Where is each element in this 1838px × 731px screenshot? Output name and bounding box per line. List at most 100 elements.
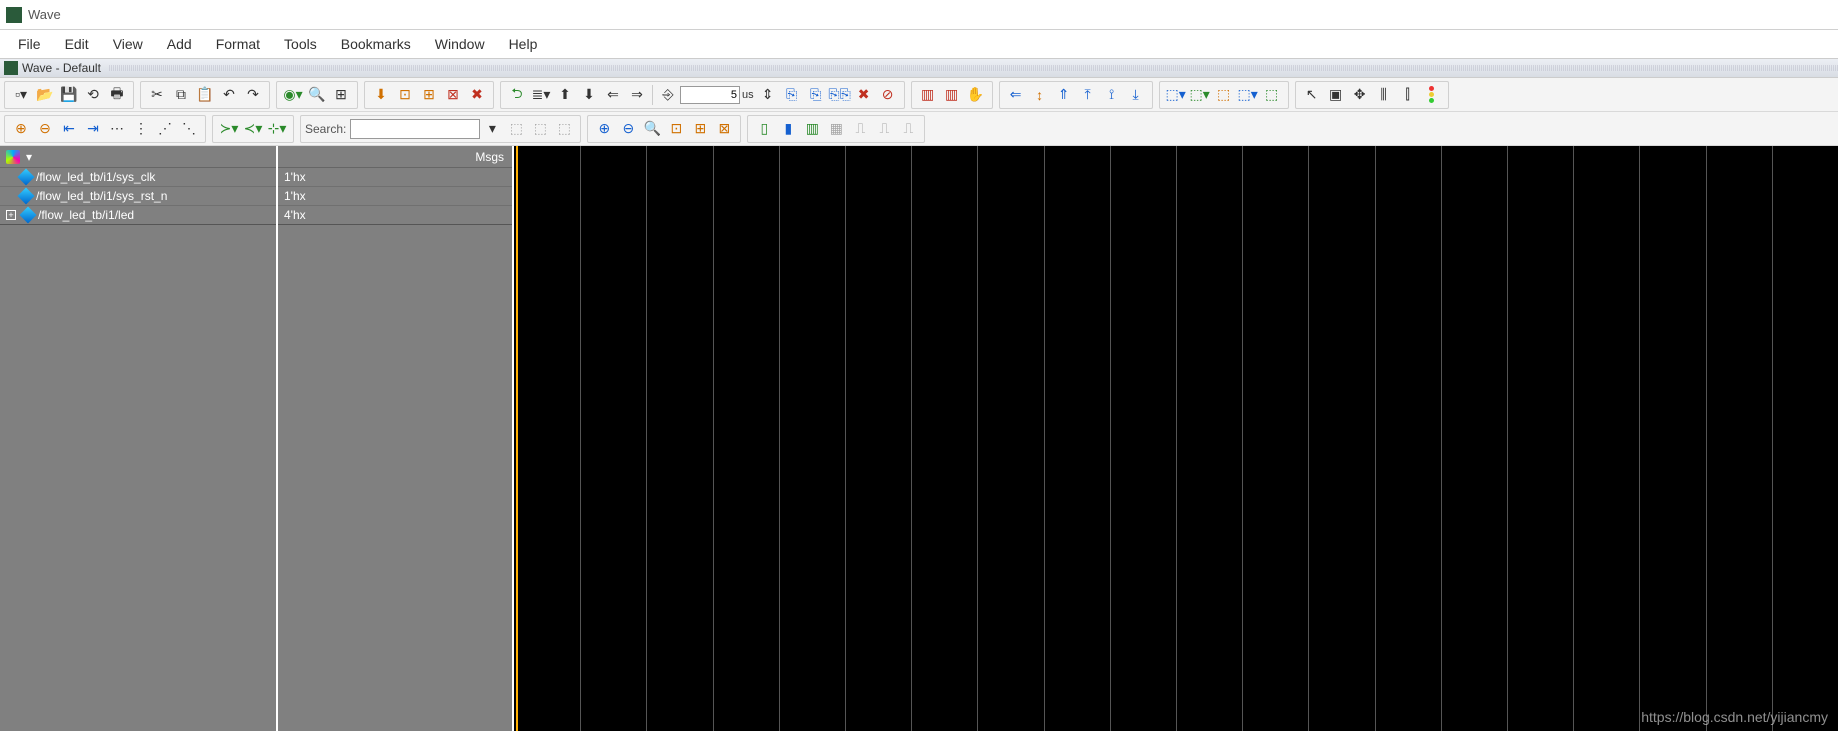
wave-disp-4[interactable]: ▦	[825, 118, 847, 140]
signal-dots-1[interactable]: ⋯	[106, 118, 128, 140]
run-time-input[interactable]	[680, 86, 740, 104]
waveform-canvas[interactable]	[514, 146, 1838, 731]
cursor-left-button[interactable]: ⇐	[1005, 84, 1027, 106]
save-button[interactable]: 💾	[58, 84, 80, 106]
zoom-full-button[interactable]: 🔍	[641, 118, 663, 140]
lib-button-3[interactable]: ⊞	[418, 84, 440, 106]
expand-button-3[interactable]: ⊹▾	[266, 118, 288, 140]
wave-disp-3[interactable]: ▥	[801, 118, 823, 140]
run-time-spinner[interactable]: ⇕	[757, 84, 779, 106]
cursor-line[interactable]	[516, 146, 518, 731]
undo-button[interactable]: ↶	[218, 84, 240, 106]
search-dropdown-button[interactable]: ▾	[481, 118, 503, 140]
df-button-1[interactable]: ⬚▾	[1165, 84, 1187, 106]
df-button-4[interactable]: ⬚▾	[1237, 84, 1259, 106]
df-button-3[interactable]: ⬚	[1213, 84, 1235, 106]
run-options-button[interactable]: ⎆	[657, 84, 679, 106]
layout-button-1[interactable]: ▣	[1325, 84, 1347, 106]
df-button-2[interactable]: ⬚▾	[1189, 84, 1211, 106]
redo-button[interactable]: ↷	[242, 84, 264, 106]
step-up-button[interactable]: ⬆	[554, 84, 576, 106]
lib-button-1[interactable]: ⬇	[370, 84, 392, 106]
layout-button-3[interactable]: ⫼	[1373, 84, 1395, 106]
traffic-light-icon[interactable]	[1421, 84, 1443, 106]
column-menu-icon[interactable]	[6, 150, 20, 164]
cut-button[interactable]: ✂	[146, 84, 168, 106]
copy-button[interactable]: ⧉	[170, 84, 192, 106]
signal-right-button[interactable]: ⇥	[82, 118, 104, 140]
step-fwd-button[interactable]: ⇒	[626, 84, 648, 106]
new-button[interactable]: ▫▾	[10, 84, 32, 106]
continue-run-button[interactable]: ⎘⎘	[829, 84, 851, 106]
layout-button-4[interactable]: ⫿	[1397, 84, 1419, 106]
step-down-button[interactable]: ⬇	[578, 84, 600, 106]
lib-button-2[interactable]: ⊡	[394, 84, 416, 106]
menu-bookmarks[interactable]: Bookmarks	[331, 32, 421, 56]
compile-button[interactable]: ◉▾	[282, 84, 304, 106]
mem-button-1[interactable]: ▥	[917, 84, 939, 106]
signal-row[interactable]: /flow_led_tb/i1/sys_clk	[0, 168, 276, 187]
menu-window[interactable]: Window	[425, 32, 495, 56]
menu-edit[interactable]: Edit	[55, 32, 99, 56]
cursor-sync-button[interactable]: ↕	[1029, 84, 1051, 106]
wave-disp-1[interactable]: ▯	[753, 118, 775, 140]
open-button[interactable]: 📂	[34, 84, 56, 106]
menu-view[interactable]: View	[103, 32, 153, 56]
wave-disp-2[interactable]: ▮	[777, 118, 799, 140]
search-next-button[interactable]: ⬚	[529, 118, 551, 140]
structure-button[interactable]: ⊞	[330, 84, 352, 106]
menu-format[interactable]: Format	[206, 32, 270, 56]
wave-disp-5[interactable]: ⎍	[849, 118, 871, 140]
run-list-button[interactable]: ≣▾	[530, 84, 552, 106]
wave-disp-7[interactable]: ⎍	[897, 118, 919, 140]
signal-row[interactable]: +/flow_led_tb/i1/led	[0, 206, 276, 225]
menu-tools[interactable]: Tools	[274, 32, 327, 56]
tb-group-memory: ▥ ▥ ✋	[911, 81, 993, 109]
lib-button-4[interactable]: ⊠	[442, 84, 464, 106]
signal-dots-3[interactable]: ⋰	[154, 118, 176, 140]
zoom-other-button[interactable]: ⊠	[713, 118, 735, 140]
paste-button[interactable]: 📋	[194, 84, 216, 106]
df-button-5[interactable]: ⬚	[1261, 84, 1283, 106]
run-button[interactable]: ⎘	[781, 84, 803, 106]
run-all-button[interactable]: ⎘̲	[805, 84, 827, 106]
signal-dots-2[interactable]: ⋮	[130, 118, 152, 140]
stop-button[interactable]: ⊘	[877, 84, 899, 106]
cursor-right-button[interactable]: ⇑	[1053, 84, 1075, 106]
menu-help[interactable]: Help	[499, 32, 548, 56]
expand-icon[interactable]: +	[6, 210, 16, 220]
mem-button-2[interactable]: ▥	[941, 84, 963, 106]
zoom-out-button[interactable]: ⊖	[617, 118, 639, 140]
search-all-button[interactable]: ⬚	[553, 118, 575, 140]
zoom-range-button[interactable]: ⊞	[689, 118, 711, 140]
break-button[interactable]: ✖	[853, 84, 875, 106]
signal-name: /flow_led_tb/i1/sys_clk	[36, 170, 155, 184]
pointer-button[interactable]: ↖	[1301, 84, 1323, 106]
lib-button-5[interactable]: ✖	[466, 84, 488, 106]
signal-row[interactable]: /flow_led_tb/i1/sys_rst_n	[0, 187, 276, 206]
menu-file[interactable]: File	[8, 32, 51, 56]
search-prev-button[interactable]: ⬚	[505, 118, 527, 140]
step-back-button[interactable]: ⇐	[602, 84, 624, 106]
signal-value: 4'hx	[278, 206, 512, 225]
expand-button-1[interactable]: ≻▾	[218, 118, 240, 140]
wave-disp-6[interactable]: ⎍	[873, 118, 895, 140]
cursor-center-button[interactable]: ⟟	[1101, 84, 1123, 106]
menu-add[interactable]: Add	[157, 32, 202, 56]
reload-button[interactable]: ⟲	[82, 84, 104, 106]
search-input[interactable]	[350, 119, 480, 139]
restart-button[interactable]: ⮌	[506, 84, 528, 106]
zoom-in-button[interactable]: ⊕	[593, 118, 615, 140]
cursor-next-edge-button[interactable]: ⤓	[1125, 84, 1147, 106]
cursor-prev-edge-button[interactable]: ⤒	[1077, 84, 1099, 106]
hand-tool-button[interactable]: ✋	[965, 84, 987, 106]
layout-button-2[interactable]: ✥	[1349, 84, 1371, 106]
signal-add-button[interactable]: ⊕	[10, 118, 32, 140]
signal-remove-button[interactable]: ⊖	[34, 118, 56, 140]
zoom-cursor-button[interactable]: ⊡	[665, 118, 687, 140]
expand-button-2[interactable]: ≺▾	[242, 118, 264, 140]
signal-left-button[interactable]: ⇤	[58, 118, 80, 140]
signal-dots-4[interactable]: ⋱	[178, 118, 200, 140]
find-button[interactable]: 🔍	[306, 84, 328, 106]
print-button[interactable]: 🖶	[106, 84, 128, 106]
